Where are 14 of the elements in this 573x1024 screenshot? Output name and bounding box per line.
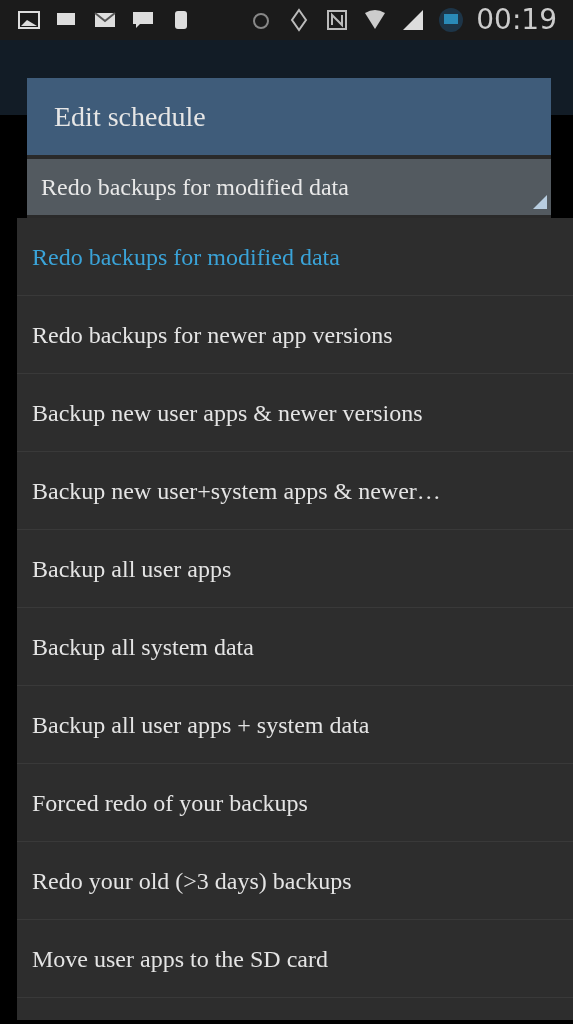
dropdown-option[interactable]: Backup new user+system apps & newer… — [17, 452, 573, 530]
dropdown-option[interactable]: Backup all user apps — [17, 530, 573, 608]
dialog-title: Edit schedule — [27, 78, 551, 155]
dropdown-option[interactable]: Redo your old (>3 days) backups — [17, 842, 573, 920]
schedule-dropdown[interactable]: Redo backups for modified data — [27, 159, 551, 215]
dropdown-option[interactable]: Backup all system data — [17, 608, 573, 686]
dropdown-option[interactable]: Backup all user apps + system data — [17, 686, 573, 764]
dropdown-option[interactable]: Move user apps to the SD card — [17, 920, 573, 998]
dropdown-corner-icon — [533, 195, 547, 209]
dropdown-option[interactable]: Forced redo of your backups — [17, 764, 573, 842]
dropdown-option[interactable]: Redo backups for modified data — [17, 218, 573, 296]
dropdown-option[interactable]: Backup new user apps & newer versions — [17, 374, 573, 452]
dropdown-option[interactable]: Redo backups for newer app versions — [17, 296, 573, 374]
clock: 00:19 — [476, 2, 557, 38]
